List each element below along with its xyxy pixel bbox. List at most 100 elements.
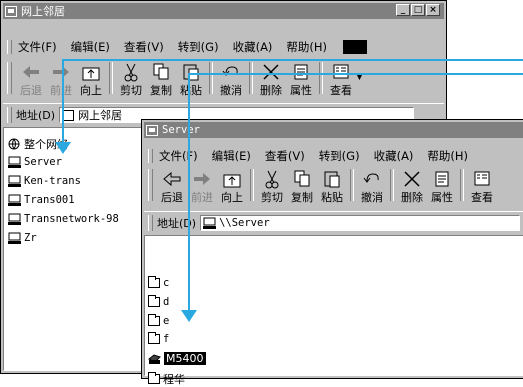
delete-x-icon [404,171,420,187]
paste-label: 粘贴 [321,191,343,204]
copy-button[interactable]: 复制 [146,62,176,98]
folder-icon [148,276,160,288]
address-bar: 地址(D) \\Server [144,211,523,234]
menu-bar: 文件(F) 编辑(E) 查看(V) 转到(G) 收藏(A) 帮助(H) [3,37,444,57]
copy-label: 复制 [150,84,172,97]
separator [250,169,254,201]
properties-button[interactable]: 属性 [427,169,457,205]
properties-icon [294,64,308,80]
undo-icon [222,66,238,76]
item-label: Zr [24,232,37,244]
undo-label: 撤消 [361,191,383,204]
toolbar: 后退 前进 向上 剪切 复制 粘贴 撤消 删除 属性 查看 [144,166,523,208]
cut-button[interactable]: 剪切 [257,169,287,205]
undo-button[interactable]: 撤消 [216,62,246,98]
address-value: \\Server [219,217,270,229]
computer-icon [203,217,217,229]
delete-x-icon [263,64,279,80]
delete-button[interactable]: 删除 [397,169,427,205]
separator [319,62,323,94]
menu-edit[interactable]: 编辑(E) [212,148,251,164]
item-label: f [163,333,170,345]
menu-help[interactable]: 帮助(H) [286,39,327,55]
forward-arrow-icon [194,173,210,185]
back-button[interactable]: 后退 [16,62,46,98]
forward-button[interactable]: 前进 [46,62,76,98]
list-item[interactable]: Transnetwork-98 [8,213,119,225]
menu-view[interactable]: 查看(V) [265,148,305,164]
address-value: 网上邻居 [78,109,123,122]
separator [390,169,394,201]
list-item[interactable]: c [148,276,169,289]
menu-file[interactable]: 文件(F) [159,148,198,164]
menu-favorites[interactable]: 收藏(A) [233,39,273,55]
copy-icon [153,63,169,80]
list-item[interactable]: 程华 [148,371,185,387]
list-item[interactable]: e [148,314,169,327]
printer-icon [148,353,161,364]
grip [7,40,12,54]
undo-button[interactable]: 撤消 [357,169,387,205]
list-item-selected[interactable]: M5400 [148,352,206,365]
scissors-icon [124,63,138,82]
separator [249,62,253,94]
server-window: Server 文件(F) 编辑(E) 查看(V) 转到(G) 收藏(A) 帮助(… [141,119,523,386]
views-icon [333,64,349,79]
delete-label: 删除 [260,84,282,97]
item-label: Transnetwork-98 [24,213,119,225]
menu-help[interactable]: 帮助(H) [427,148,468,164]
paste-button[interactable]: 粘贴 [317,169,347,205]
list-item[interactable]: Zr [8,232,37,244]
menu-edit[interactable]: 编辑(E) [71,39,110,55]
cut-label: 剪切 [120,84,142,97]
properties-button[interactable]: 属性 [286,62,316,98]
computer-icon [8,232,21,244]
menu-favorites[interactable]: 收藏(A) [374,148,414,164]
views-button[interactable]: 查看 [326,62,356,98]
computer-icon [146,124,158,136]
delete-button[interactable]: 删除 [256,62,286,98]
list-item[interactable]: Server [8,156,62,168]
grip [148,149,153,163]
forward-button[interactable]: 前进 [187,169,217,205]
minimize-button[interactable]: _ [396,4,410,16]
up-button[interactable]: 向上 [217,169,247,205]
network-icon [5,5,17,17]
up-button[interactable]: 向上 [76,62,106,98]
menu-file[interactable]: 文件(F) [18,39,57,55]
close-button[interactable]: × [426,4,440,16]
back-button[interactable]: 后退 [157,169,187,205]
computer-icon [8,213,21,225]
title-bar[interactable]: 网上邻居 _ □ × [3,3,444,19]
menu-go[interactable]: 转到(G) [319,148,360,164]
views-button[interactable]: 查看 [467,169,497,205]
cut-button[interactable]: 剪切 [116,62,146,98]
address-field[interactable]: \\Server [200,215,521,231]
paste-label: 粘贴 [180,84,202,97]
up-label: 向上 [221,191,243,204]
item-label: Server [24,156,62,168]
menu-view[interactable]: 查看(V) [124,39,164,55]
grip [148,215,153,231]
menu-go[interactable]: 转到(G) [178,39,219,55]
windows-logo-icon [343,40,368,54]
folder-icon [148,372,160,384]
list-item[interactable]: f [148,332,170,345]
title-bar[interactable]: Server [144,122,523,138]
separator [109,62,113,94]
back-label: 后退 [20,84,42,97]
copy-button[interactable]: 复制 [287,169,317,205]
address-label: 地址(D) [157,217,197,230]
list-item[interactable]: Trans001 [8,194,75,206]
computer-icon [8,194,21,206]
list-item[interactable]: Ken-trans [8,175,81,187]
list-item[interactable]: d [148,295,169,308]
forward-label: 前进 [191,191,213,204]
maximize-button[interactable]: □ [411,4,425,16]
grip [7,107,12,123]
paste-icon [324,171,340,188]
properties-icon [435,171,449,187]
views-icon [474,171,490,186]
paste-button[interactable]: 粘贴 [176,62,206,98]
menu-bar: 文件(F) 编辑(E) 查看(V) 转到(G) 收藏(A) 帮助(H) [144,146,523,166]
